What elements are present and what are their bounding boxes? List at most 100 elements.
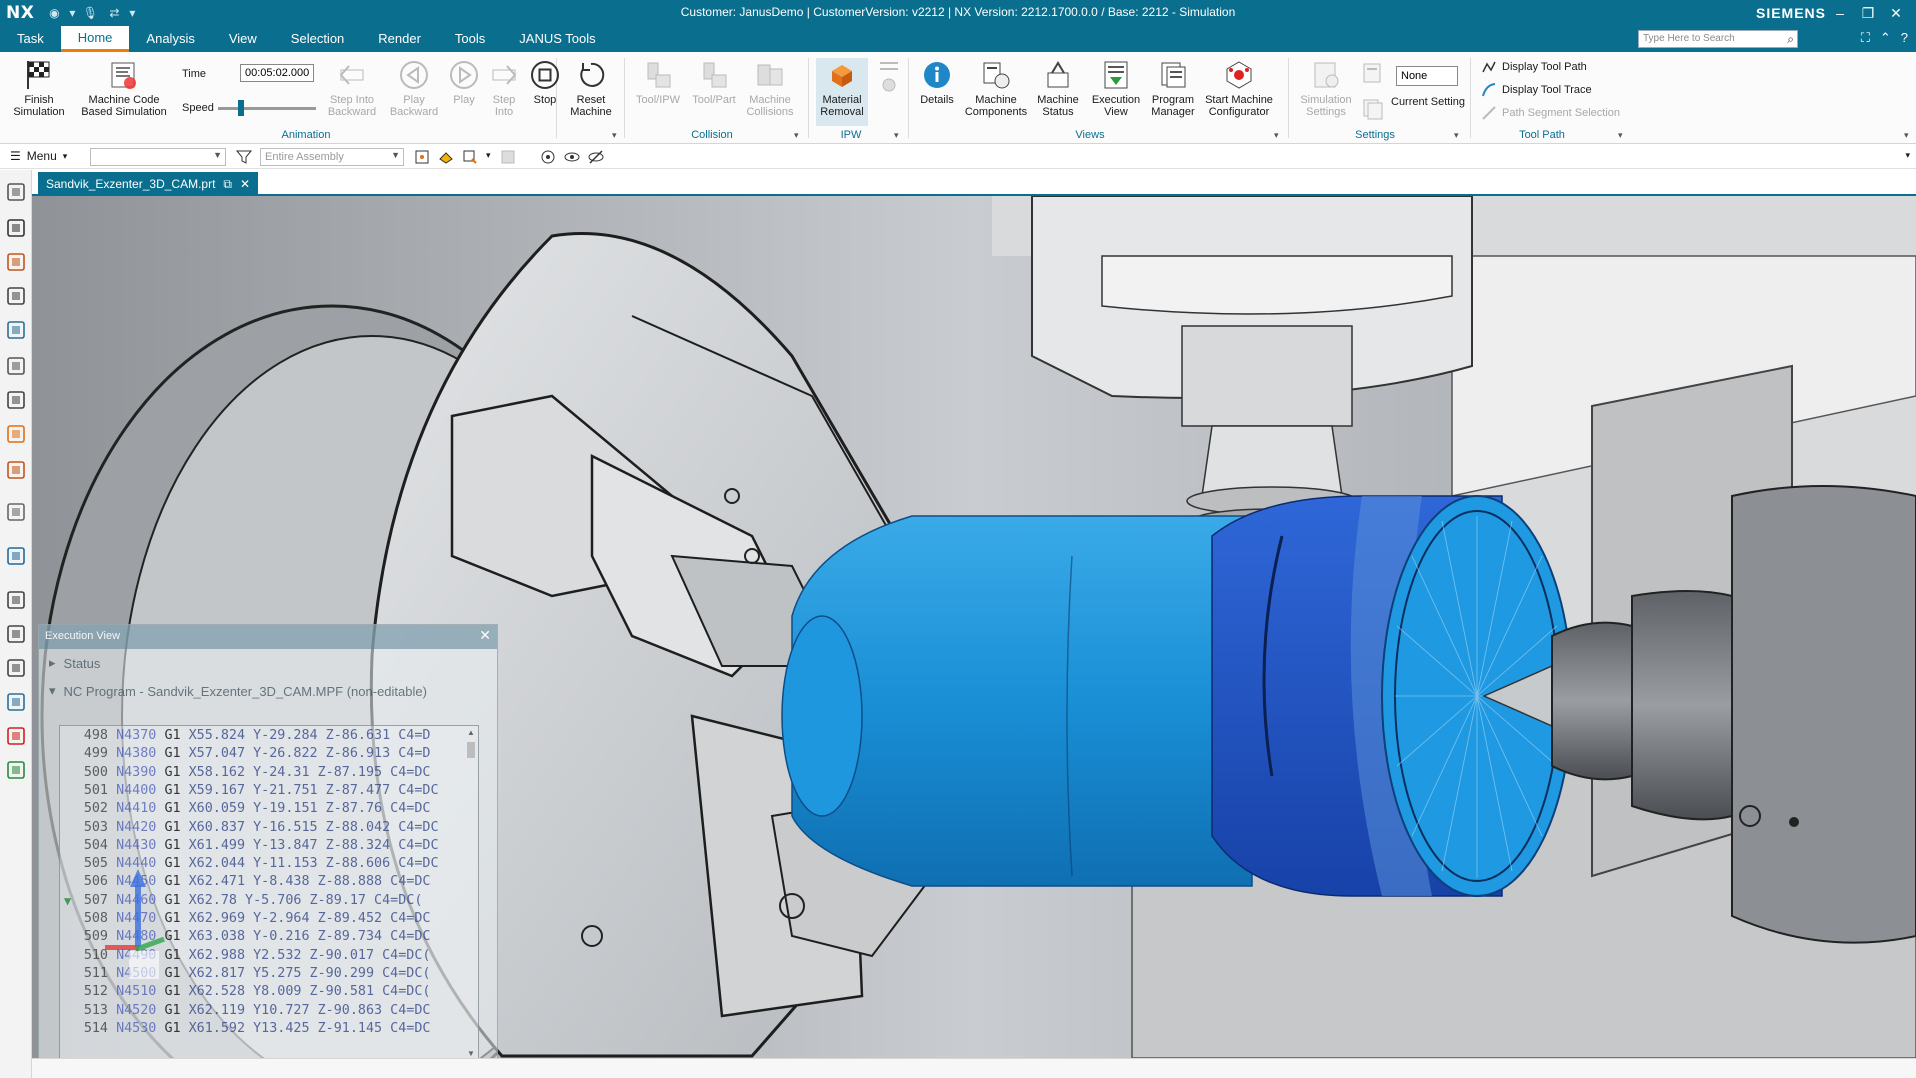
nc-program-section[interactable]: ▾ NC Program - Sandvik_Exzenter_3D_CAM.M… bbox=[39, 677, 497, 705]
select-dropdown-icon[interactable]: ▾ bbox=[486, 150, 491, 161]
menu-button[interactable]: ☰ Menu ▾ bbox=[10, 149, 67, 163]
constraint-icon[interactable] bbox=[4, 622, 28, 646]
finish-simulation-button[interactable]: Finish Simulation bbox=[10, 58, 68, 118]
nc-program-line[interactable]: 513 N4520 G1 X62.119 Y10.727 Z-90.863 C4… bbox=[60, 1003, 431, 1021]
tool-path-expand-icon[interactable]: ▾ bbox=[1618, 130, 1623, 141]
nc-program-line[interactable]: 499 N4380 G1 X57.047 Y-26.822 Z-86.913 C… bbox=[60, 746, 431, 764]
dropdown-icon[interactable]: ▾ bbox=[66, 0, 78, 26]
stop-button[interactable]: Stop bbox=[526, 58, 564, 106]
command-search-input[interactable]: Type Here to Search ⌕ bbox=[1638, 30, 1798, 48]
step-into-button[interactable]: Step Into bbox=[486, 58, 522, 118]
nc-program-line[interactable]: 514 N4530 G1 X61.592 Y13.425 Z-91.145 C4… bbox=[60, 1021, 431, 1039]
collapse-ribbon-icon[interactable]: ⌃ bbox=[1880, 30, 1891, 46]
scroll-up-icon[interactable]: ▲ bbox=[466, 728, 476, 737]
close-icon[interactable]: ✕ bbox=[1882, 0, 1910, 26]
document-tab[interactable]: Sandvik_Exzenter_3D_CAM.prt ⧉ ✕ bbox=[38, 172, 259, 196]
window-icon[interactable]: ⛶ bbox=[1861, 30, 1870, 46]
status-section[interactable]: ▸ Status bbox=[39, 649, 497, 677]
program-manager-button[interactable]: Program Manager bbox=[1146, 58, 1200, 118]
scroll-down-icon[interactable]: ▼ bbox=[466, 1049, 476, 1058]
tool-part-button[interactable]: Tool/Part bbox=[688, 58, 740, 106]
display-tool-trace-button[interactable]: Display Tool Trace bbox=[1482, 83, 1592, 97]
touch-mode-icon[interactable]: ⇄ bbox=[102, 0, 126, 26]
menu-tab-tools[interactable]: Tools bbox=[438, 26, 502, 52]
start-machine-configurator-button[interactable]: Start Machine Configurator bbox=[1202, 58, 1276, 118]
palette-icon[interactable] bbox=[4, 758, 28, 782]
restore-icon[interactable]: ❐ bbox=[1854, 0, 1882, 26]
select-all-icon[interactable] bbox=[500, 149, 516, 165]
select-feature-icon[interactable] bbox=[438, 149, 454, 165]
machine-code-simulation-button[interactable]: Machine Code Based Simulation bbox=[72, 58, 176, 118]
menu-tab-selection[interactable]: Selection bbox=[274, 26, 361, 52]
menu-tab-render[interactable]: Render bbox=[361, 26, 438, 52]
nc-program-line[interactable]: 502 N4410 G1 X60.059 Y-19.151 Z-87.76 C4… bbox=[60, 801, 431, 819]
part-navigator-icon[interactable] bbox=[4, 250, 28, 274]
settings-list-icon[interactable] bbox=[1362, 62, 1384, 84]
step-into-backward-button[interactable]: Step Into Backward bbox=[322, 58, 382, 118]
nc-program-line[interactable]: 503 N4420 G1 X60.837 Y-16.515 Z-88.042 C… bbox=[60, 820, 439, 838]
mic-icon[interactable]: 🎙 bbox=[78, 0, 102, 26]
current-setting-input[interactable] bbox=[1396, 66, 1458, 86]
customize-icon[interactable]: ▾ bbox=[126, 0, 138, 26]
vertical-scrollbar[interactable]: ▲ ▼ bbox=[466, 728, 476, 1058]
help-icon[interactable]: ? bbox=[1901, 30, 1908, 46]
tool-view-icon[interactable] bbox=[4, 388, 28, 412]
settings-expand-icon[interactable]: ▾ bbox=[1454, 130, 1459, 141]
nc-program-line[interactable]: 501 N4400 G1 X59.167 Y-21.751 Z-87.477 C… bbox=[60, 783, 439, 801]
details-button[interactable]: Details bbox=[914, 58, 960, 106]
nc-program-line[interactable]: 504 N4430 G1 X61.499 Y-13.847 Z-88.324 C… bbox=[60, 838, 439, 856]
menu-tab-task[interactable]: Task bbox=[0, 26, 61, 52]
simulation-icon[interactable] bbox=[4, 690, 28, 714]
show-hide-icon[interactable] bbox=[564, 149, 580, 165]
assembly-navigator-icon[interactable] bbox=[4, 216, 28, 240]
machine-status-button[interactable]: Machine Status bbox=[1032, 58, 1084, 118]
reset-machine-button[interactable]: Reset Machine bbox=[566, 58, 616, 118]
nc-program-line[interactable]: 500 N4390 G1 X58.162 Y-24.31 Z-87.195 C4… bbox=[60, 765, 431, 783]
nc-program-line[interactable]: 512 N4510 G1 X62.528 Y8.009 Z-90.581 C4=… bbox=[60, 984, 431, 1002]
layout-icon[interactable] bbox=[4, 656, 28, 680]
speed-slider-knob[interactable] bbox=[237, 100, 244, 116]
menu-tab-janus-tools[interactable]: JANUS Tools bbox=[502, 26, 612, 52]
views-expand-icon[interactable]: ▾ bbox=[1274, 130, 1279, 141]
geometry-view-icon[interactable] bbox=[4, 422, 28, 446]
toolbar-options-icon[interactable]: ▾ bbox=[1905, 150, 1910, 161]
popout-icon[interactable]: ⧉ bbox=[223, 177, 232, 192]
info-icon[interactable] bbox=[4, 500, 28, 524]
menu-tab-analysis[interactable]: Analysis bbox=[129, 26, 211, 52]
type-filter-combo[interactable]: ▼ bbox=[90, 148, 226, 166]
selection-scope-combo[interactable]: Entire Assembly ▼ bbox=[260, 148, 404, 166]
execution-view-button[interactable]: Execution View bbox=[1088, 58, 1144, 118]
settings-gear-icon[interactable] bbox=[4, 180, 28, 204]
play-button[interactable]: Play bbox=[446, 58, 482, 106]
ipw-extra-button[interactable] bbox=[872, 58, 902, 94]
select-face-icon[interactable] bbox=[462, 149, 478, 165]
close-icon[interactable]: ✕ bbox=[479, 627, 491, 644]
close-tab-icon[interactable]: ✕ bbox=[240, 177, 250, 191]
tool-ipw-button[interactable]: Tool/IPW bbox=[632, 58, 684, 106]
ipw-expand-icon[interactable]: ▾ bbox=[894, 130, 899, 141]
path-segment-selection-button[interactable]: Path Segment Selection bbox=[1482, 106, 1620, 120]
ribbon-options-icon[interactable]: ▾ bbox=[1904, 130, 1909, 141]
machine-collisions-button[interactable]: Machine Collisions bbox=[744, 58, 796, 118]
history-icon[interactable] bbox=[4, 588, 28, 612]
collision-expand-icon[interactable]: ▾ bbox=[794, 130, 799, 141]
play-backward-button[interactable]: Play Backward bbox=[388, 58, 440, 118]
method-view-icon[interactable] bbox=[4, 458, 28, 482]
show-mcs-icon[interactable] bbox=[540, 149, 556, 165]
search-icon[interactable]: ⌕ bbox=[1787, 32, 1794, 47]
operation-icon[interactable] bbox=[4, 284, 28, 308]
snap-point-icon[interactable] bbox=[414, 149, 430, 165]
hide-icon[interactable] bbox=[588, 149, 604, 165]
simulation-settings-button[interactable]: Simulation Settings bbox=[1296, 58, 1356, 118]
minimize-icon[interactable]: – bbox=[1826, 0, 1854, 26]
program-order-icon[interactable] bbox=[4, 354, 28, 378]
animation-expand-icon[interactable]: ▾ bbox=[612, 130, 617, 141]
menu-tab-home[interactable]: Home bbox=[60, 26, 130, 52]
machine-components-button[interactable]: Machine Components bbox=[962, 58, 1030, 118]
nc-program-line[interactable]: 498 N4370 G1 X55.824 Y-29.284 Z-86.631 C… bbox=[60, 728, 431, 746]
machine-tool-navigator-icon[interactable] bbox=[4, 318, 28, 342]
menu-tab-view[interactable]: View bbox=[212, 26, 274, 52]
roles-icon[interactable] bbox=[4, 724, 28, 748]
material-removal-button[interactable]: Material Removal bbox=[816, 58, 868, 126]
web-browser-icon[interactable] bbox=[4, 544, 28, 568]
